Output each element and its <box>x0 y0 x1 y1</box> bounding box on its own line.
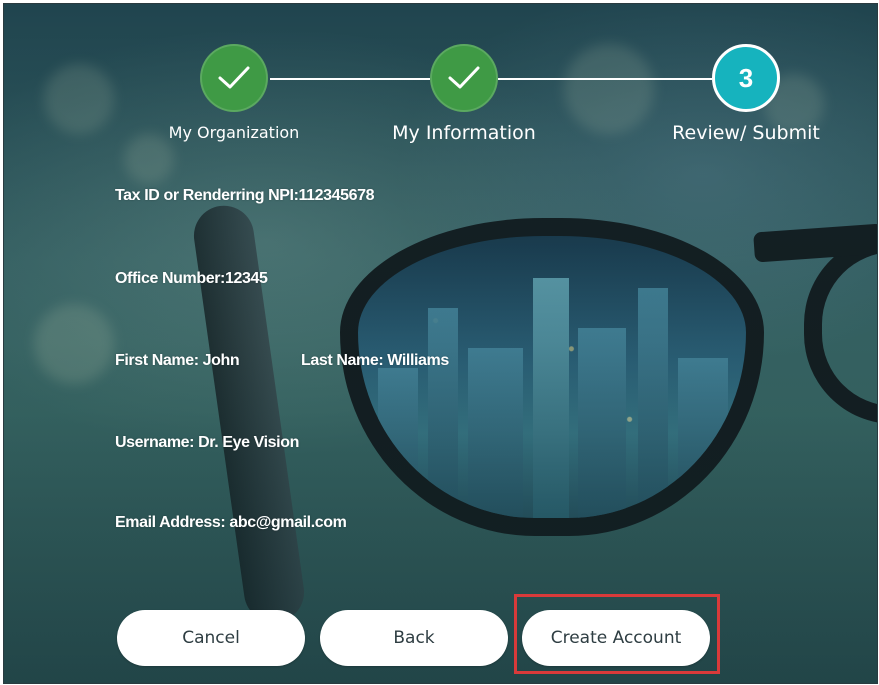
username-text: Username: Dr. Eye Vision <box>115 434 299 451</box>
tax-id-text: Tax ID or Renderring NPI:112345678 <box>115 187 375 204</box>
email-text: Email Address: abc@gmail.com <box>115 514 347 531</box>
checkmark-icon <box>448 66 480 89</box>
step-1-circle <box>200 44 268 112</box>
step-2-circle <box>430 44 498 112</box>
first-name-text: First Name: John <box>115 352 240 369</box>
progress-stepper: My Organization My Information 3 Review/… <box>4 4 877 164</box>
step-3-number: 3 <box>738 62 754 93</box>
step-2-label: My Information <box>392 122 536 144</box>
last-name-text: Last Name: Williams <box>301 352 449 369</box>
checkmark-icon <box>218 66 250 89</box>
step-1-label: My Organization <box>168 123 300 142</box>
review-page: My Organization My Information 3 Review/… <box>3 3 878 684</box>
step-connector <box>270 78 430 80</box>
create-account-highlight <box>514 594 720 674</box>
office-number-text: Office Number:12345 <box>115 270 268 287</box>
step-3-circle: 3 <box>712 44 780 112</box>
back-button[interactable]: Back <box>320 610 508 666</box>
step-3-label: Review/ Submit <box>672 122 820 144</box>
cancel-button[interactable]: Cancel <box>117 610 305 666</box>
step-connector <box>498 78 712 80</box>
